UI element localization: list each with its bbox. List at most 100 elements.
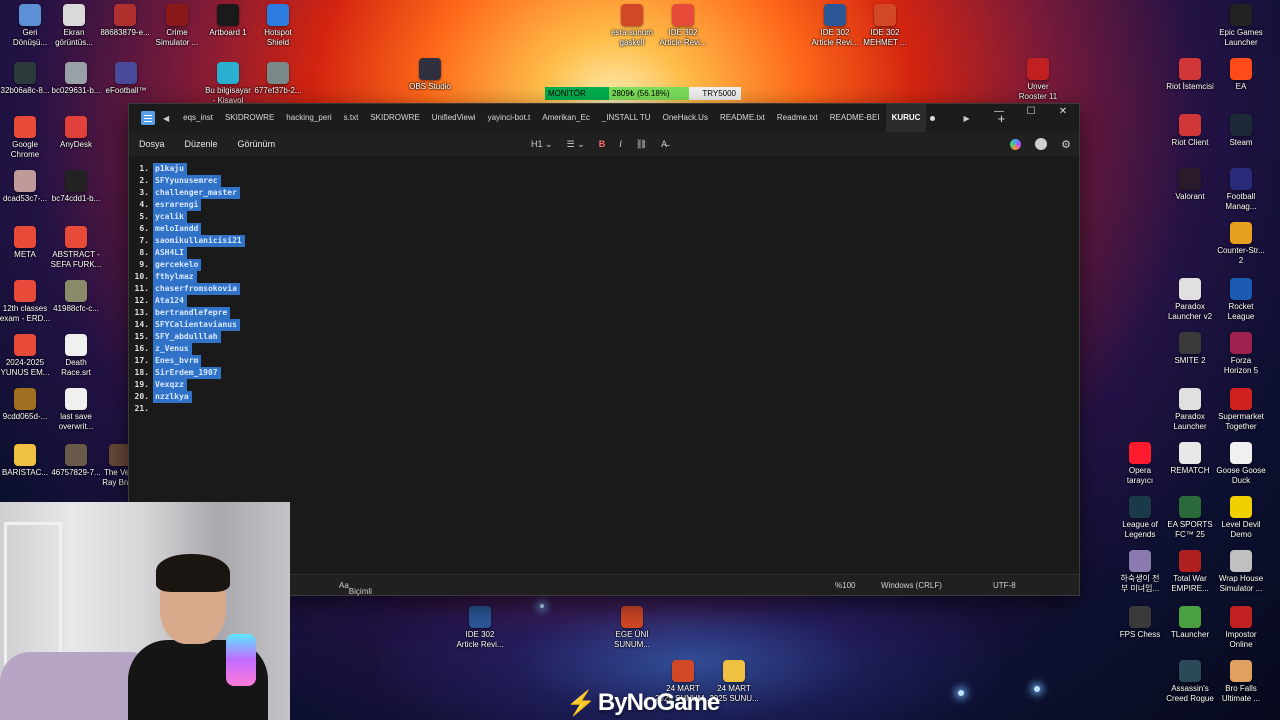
desktop-shortcut-label: Ekran görüntüs... <box>55 28 93 47</box>
desktop-shortcut[interactable]: Hotspot Shield <box>248 4 308 48</box>
desktop-shortcut[interactable]: IDE 302 MEHMET ... <box>855 4 915 48</box>
line-number: 3. <box>139 188 149 197</box>
tab[interactable]: Readme.txt <box>771 104 824 132</box>
scroll-tabs-right-icon[interactable]: ▶ <box>963 114 969 123</box>
desktop-shortcut[interactable]: bc74cdd1-b... <box>46 170 106 204</box>
desktop-shortcut[interactable]: Epic Games Launcher <box>1211 4 1271 48</box>
desktop-shortcut-label: IDE 302 MEHMET ... <box>863 28 907 47</box>
menu-view[interactable]: Görünüm <box>228 139 286 149</box>
line-text: saomikullanicisi21 <box>153 235 245 247</box>
desktop-shortcut-label: Valorant <box>1175 192 1205 201</box>
line-number: 14. <box>134 320 149 329</box>
account-icon[interactable] <box>1035 138 1048 150</box>
heading-dropdown[interactable]: H1 ⌄ <box>531 139 553 150</box>
desktop-shortcut[interactable]: AnyDesk <box>46 116 106 150</box>
desktop-shortcut[interactable]: Unver Rooster 11 <box>1008 58 1068 102</box>
desktop-shortcut-label: Forza Horizon 5 <box>1223 356 1259 375</box>
desktop-shortcut-label: 677ef37b-2... <box>254 86 302 95</box>
desktop-shortcut[interactable]: Bro Falls Ultimate ... <box>1211 660 1271 704</box>
zoom-level[interactable]: %100 <box>835 581 855 590</box>
right-toolbar: ⚙ <box>1010 132 1071 156</box>
line-number: 1. <box>139 164 149 173</box>
desktop-shortcut[interactable]: Forza Horizon 5 <box>1211 332 1271 376</box>
link-icon[interactable]: ⛓ <box>636 139 647 150</box>
desktop-shortcut[interactable]: Football Manag... <box>1211 168 1271 212</box>
maximize-button[interactable]: ☐ <box>1015 104 1047 124</box>
desktop-shortcut[interactable]: Goose Goose Duck <box>1211 442 1271 486</box>
line-ending[interactable]: Windows (CRLF) <box>881 581 942 590</box>
desktop-shortcut[interactable]: 41988cfc-c... <box>46 280 106 314</box>
encoding[interactable]: UTF-8 <box>993 581 1016 590</box>
desktop-shortcut[interactable]: Rocket League <box>1211 278 1271 322</box>
line-number: 12. <box>134 296 149 305</box>
line-text: bertrandlefepre <box>153 307 231 319</box>
tab[interactable]: hacking_peri <box>280 104 337 132</box>
word-file-icon <box>469 606 491 628</box>
bynogame-wordmark: ByNoGame <box>597 689 720 716</box>
desktop-shortcut[interactable]: Steam <box>1211 114 1271 148</box>
line-number: 17. <box>134 356 149 365</box>
clear-format-icon[interactable]: A̶ <box>661 139 667 149</box>
scroll-tabs-left-icon[interactable]: ◀ <box>163 114 169 123</box>
line-text: SFYCalientavianus <box>153 319 240 331</box>
desktop-shortcut[interactable]: Supermarket Together <box>1211 388 1271 432</box>
copilot-icon[interactable] <box>1010 138 1022 150</box>
bold-icon[interactable]: B <box>599 139 606 149</box>
desktop-shortcut-label: Geri Dönüşü... <box>12 28 48 47</box>
desktop-shortcut[interactable]: eFootball™ <box>96 62 156 96</box>
desktop-shortcut[interactable]: 88683879-e... <box>95 4 155 38</box>
editor-line: 2. SFYyunusemrec <box>129 175 1079 187</box>
tab[interactable]: eqs_inst <box>177 104 219 132</box>
desktop-shortcut-label: Google Chrome <box>10 140 40 159</box>
title-bar: ◀ eqs_inst SKIDROWRE hacking_peri s.txt SKID… <box>129 104 1079 132</box>
close-button[interactable]: ✕ <box>1047 104 1079 124</box>
desktop-shortcut[interactable]: ABSTRACT - SEFA FURK... <box>46 226 106 270</box>
desktop-shortcut[interactable]: Counter-Str... 2 <box>1211 222 1271 266</box>
desktop-shortcut-label: Level Devil Demo <box>1221 520 1261 539</box>
rematch-icon <box>1179 442 1201 464</box>
minimize-button[interactable]: — <box>983 104 1015 124</box>
riot-client-icon <box>1179 58 1201 80</box>
desktop-shortcut[interactable]: 677ef37b-2... <box>248 62 308 96</box>
italic-icon[interactable]: I <box>619 139 622 149</box>
tab[interactable]: KURUC <box>885 104 927 132</box>
line-text: ASH4LI <box>153 247 187 259</box>
desktop-shortcut[interactable]: Level Devil Demo <box>1211 496 1271 540</box>
tab[interactable]: SKIDROWRE <box>364 104 425 132</box>
tab[interactable]: UnifiedViewi <box>426 104 482 132</box>
artboard-icon <box>217 4 239 26</box>
menu-file[interactable]: Dosya <box>129 139 175 149</box>
line-text: z_Venus <box>153 343 192 355</box>
notepad-app-icon <box>141 111 155 125</box>
game-icon <box>1027 58 1049 80</box>
tab[interactable]: README-BEI <box>824 104 886 132</box>
tab[interactable]: s.txt <box>338 104 365 132</box>
save-file-icon <box>65 388 87 410</box>
desktop-shortcut-label: 41988cfc-c... <box>53 304 99 313</box>
tab[interactable]: _INSTALL TU <box>596 104 657 132</box>
desktop-shortcut[interactable]: Impostor Online <box>1211 606 1271 650</box>
abstract-chrome-icon <box>65 226 87 248</box>
desktop-shortcut[interactable]: EA <box>1211 58 1271 92</box>
settings-gear-icon[interactable]: ⚙ <box>1061 138 1071 151</box>
desktop-shortcut[interactable]: last save overwrit... <box>46 388 106 432</box>
menu-edit[interactable]: Düzenle <box>175 139 228 149</box>
tab[interactable]: OneHack.Us <box>657 104 714 132</box>
tab[interactable]: README.txt <box>714 104 771 132</box>
desktop-shortcut[interactable]: Death Race.srt <box>46 334 106 378</box>
tab[interactable]: SKIDROWRE <box>219 104 280 132</box>
image-file-icon <box>65 280 87 302</box>
desktop-shortcut-label: Opera tarayıcı <box>1126 466 1154 485</box>
desktop-shortcut[interactable]: EGE ÜNİ SUNUM... <box>602 606 662 650</box>
line-text: SFY_abdulllah <box>153 331 221 343</box>
tab[interactable]: Amerikan_Ec <box>536 104 596 132</box>
editor-line: 5. ycalik <box>129 211 1079 223</box>
chrome-file-icon <box>672 4 694 26</box>
desktop-shortcut[interactable]: IDE 302 Article Revi... <box>653 4 713 48</box>
desktop-shortcut[interactable]: IDE 302 Article Revi... <box>450 606 510 650</box>
desktop-shortcut[interactable]: Wrap House Simulator ... <box>1211 550 1271 594</box>
desktop-shortcut[interactable]: OBS Studio <box>400 58 460 92</box>
list-dropdown-icon[interactable]: ☰ ⌄ <box>567 139 585 150</box>
formatting-status[interactable]: Aa Biçimli <box>339 581 372 596</box>
tab[interactable]: yayinci-bot.t <box>482 104 537 132</box>
